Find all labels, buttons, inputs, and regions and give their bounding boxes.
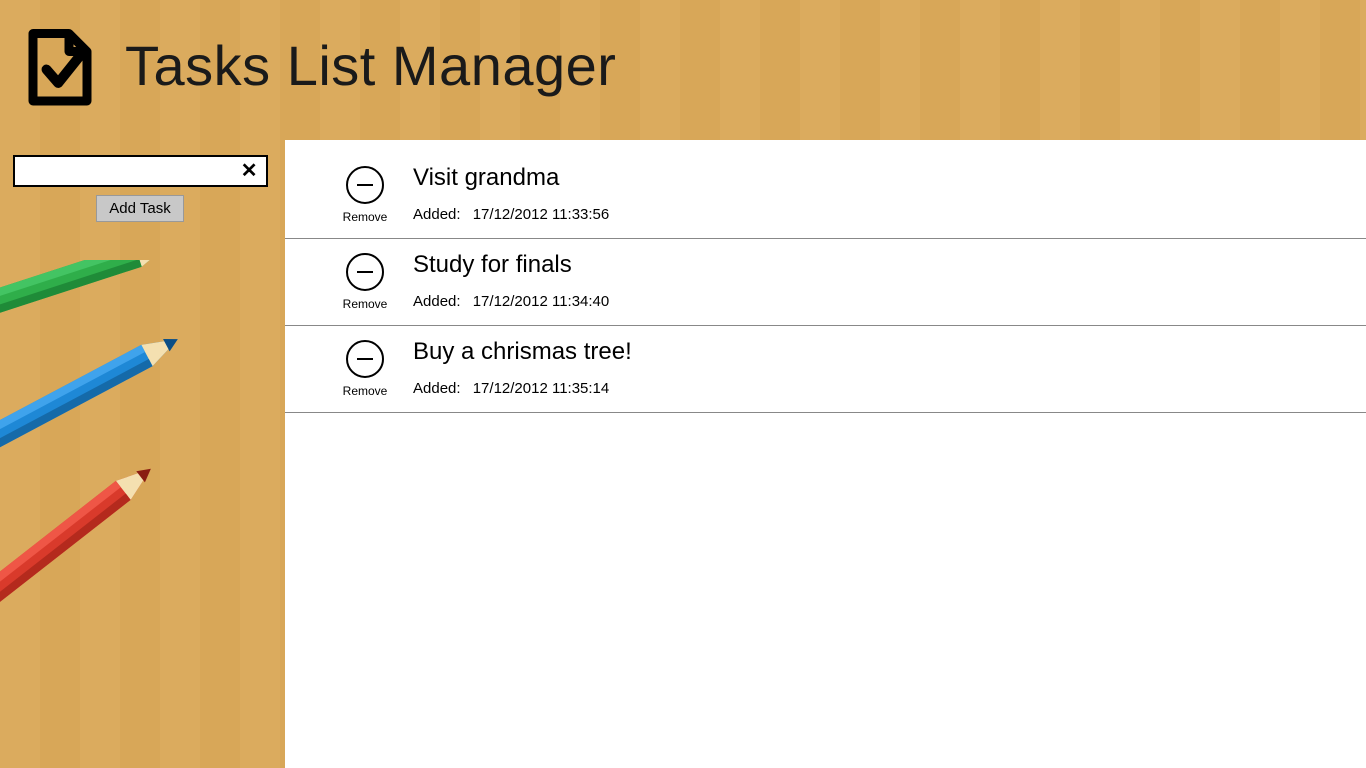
app-header: Tasks List Manager [0,0,1366,120]
task-title: Visit grandma [413,164,1336,192]
task-row: Remove Study for finals Added: 17/12/201… [285,239,1366,326]
minus-icon [357,271,373,274]
remove-button[interactable] [346,340,384,378]
added-timestamp: 17/12/2012 11:35:14 [473,380,610,397]
task-content: Buy a chrismas tree! Added: 17/12/2012 1… [413,338,1336,397]
task-title: Buy a chrismas tree! [413,338,1336,366]
add-task-button[interactable]: Add Task [96,195,183,222]
remove-button[interactable] [346,166,384,204]
task-meta: Added: 17/12/2012 11:35:14 [413,380,1336,397]
task-content: Study for finals Added: 17/12/2012 11:34… [413,251,1336,310]
task-panel: Remove Visit grandma Added: 17/12/2012 1… [285,140,1366,768]
task-list: Remove Visit grandma Added: 17/12/2012 1… [285,152,1366,413]
added-prefix: Added: [413,380,461,397]
task-input-container: ✕ [13,155,268,187]
remove-label: Remove [343,384,388,398]
remove-label: Remove [343,297,388,311]
added-prefix: Added: [413,206,461,223]
task-meta: Added: 17/12/2012 11:33:56 [413,206,1336,223]
task-row: Remove Visit grandma Added: 17/12/2012 1… [285,152,1366,239]
task-content: Visit grandma Added: 17/12/2012 11:33:56 [413,164,1336,223]
app-title: Tasks List Manager [125,33,616,98]
remove-button[interactable] [346,253,384,291]
task-title: Study for finals [413,251,1336,279]
minus-icon [357,184,373,187]
remove-control: Remove [335,164,395,224]
remove-label: Remove [343,210,388,224]
clear-input-icon[interactable]: ✕ [237,161,262,181]
minus-icon [357,358,373,361]
remove-control: Remove [335,251,395,311]
sidebar: ✕ Add Task [10,155,270,222]
added-timestamp: 17/12/2012 11:34:40 [473,293,610,310]
task-row: Remove Buy a chrismas tree! Added: 17/12… [285,326,1366,413]
added-prefix: Added: [413,293,461,310]
app-logo-icon [15,20,105,110]
task-meta: Added: 17/12/2012 11:34:40 [413,293,1336,310]
added-timestamp: 17/12/2012 11:33:56 [473,206,610,223]
remove-control: Remove [335,338,395,398]
task-input[interactable] [23,162,237,180]
